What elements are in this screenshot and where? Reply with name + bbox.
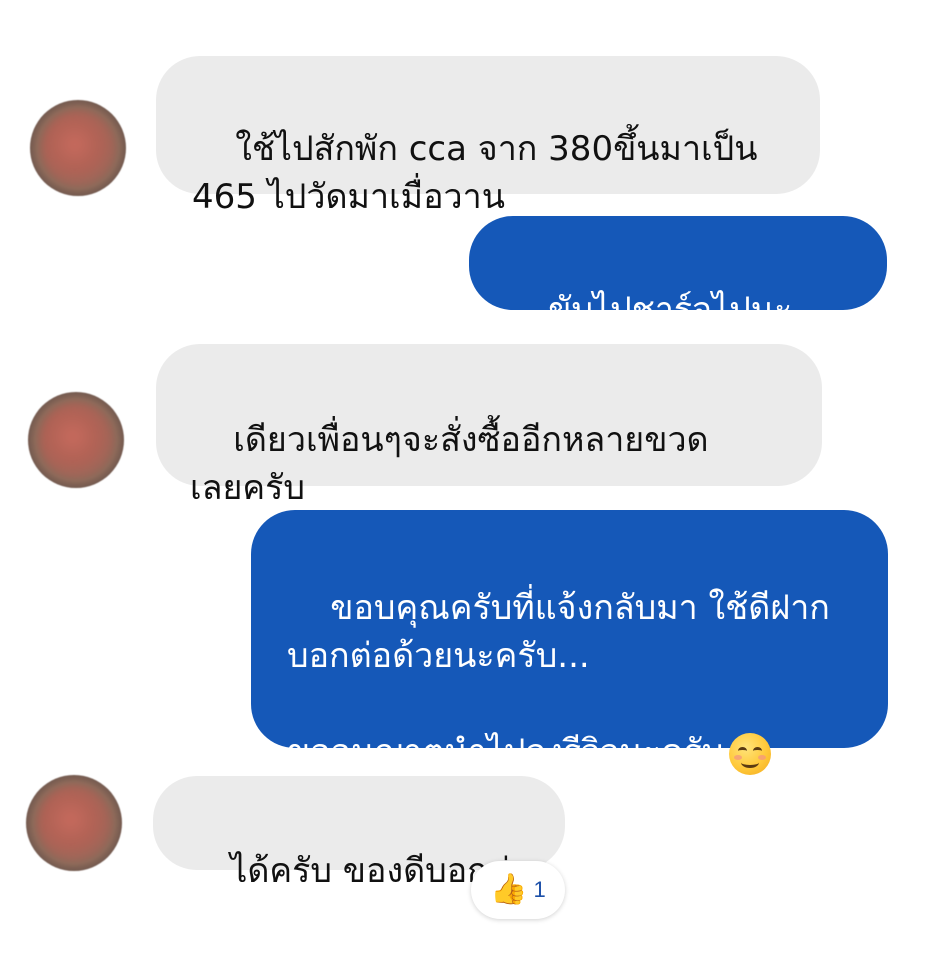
avatar[interactable]: [28, 392, 124, 488]
avatar[interactable]: [26, 775, 122, 871]
avatar[interactable]: [30, 100, 126, 196]
message-text: ใช้ไปสักพัก cca จาก 380ขึ้นมาเป็น 465 ไป…: [192, 129, 758, 217]
chat-thread: ใช้ไปสักพัก cca จาก 380ขึ้นมาเป็น 465 ไป…: [0, 0, 943, 960]
message-bubble-incoming[interactable]: เดียวเพื่อนๆจะสั่งซื้ออีกหลายขวด เลยครับ: [156, 344, 822, 508]
reaction-count: 1: [533, 877, 546, 902]
message-bubble-outgoing[interactable]: ขับไปชาร์จไปนะครับ: [469, 216, 887, 378]
message-bubble-outgoing[interactable]: ขอบคุณครับที่แจ้งกลับมา ใช้ดีฝาก บอกต่อด…: [251, 510, 888, 775]
message-bubble-incoming[interactable]: ได้ครับ ของดีบอกต่อ: [153, 776, 565, 891]
reaction-badge[interactable]: 👍 1: [471, 861, 565, 919]
thumbs-up-icon: 👍: [490, 872, 528, 907]
smiling-face-emoji-icon: [729, 732, 772, 775]
message-text: เดียวเพื่อนๆจะสั่งซื้ออีกหลายขวด เลยครับ: [190, 420, 709, 508]
message-bubble-incoming[interactable]: ใช้ไปสักพัก cca จาก 380ขึ้นมาเป็น 465 ไป…: [156, 56, 820, 217]
